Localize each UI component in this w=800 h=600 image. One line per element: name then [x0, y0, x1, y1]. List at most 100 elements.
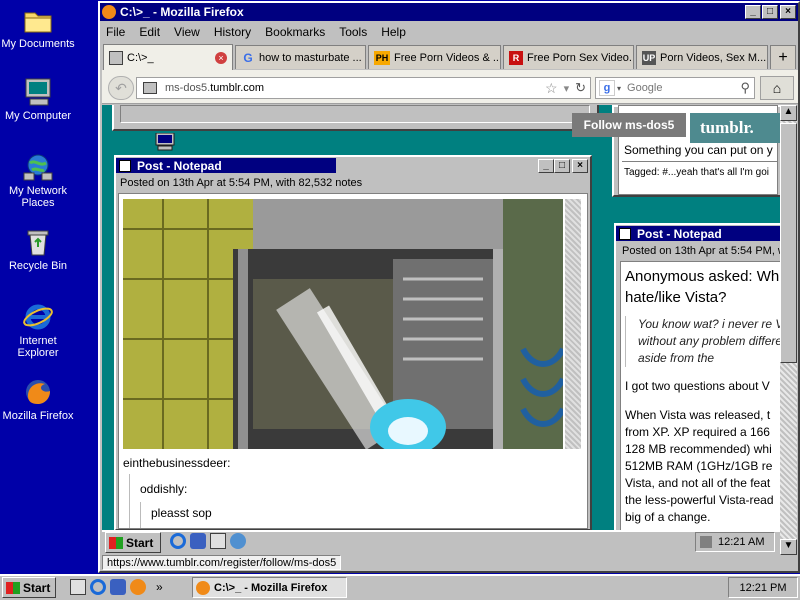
plus-icon: +	[778, 48, 788, 66]
firefox-icon	[196, 580, 210, 595]
url-bar[interactable]: ms-dos5. tumblr.com ☆ ▾ ↻	[136, 77, 591, 99]
tab-ph[interactable]: PH Free Porn Videos & ...	[368, 45, 501, 69]
new-tab-button[interactable]: +	[770, 45, 796, 69]
inner-system-tray: 12:21 AM	[695, 532, 775, 552]
tray-icon[interactable]	[700, 536, 712, 548]
start-label: Start	[23, 580, 51, 595]
post-body: einthebusinessdeer: oddishly: pleasst so…	[118, 193, 588, 529]
desktop-icon-internet-explorer[interactable]: Internet Explorer	[0, 301, 76, 359]
quick-launch: »	[64, 579, 163, 595]
maximize-button[interactable]: □	[554, 158, 570, 173]
inner-clock: 12:21 AM	[718, 536, 765, 548]
minimize-button[interactable]: _	[745, 5, 761, 19]
post-notepad-left: Post - Notepad _ □ × Posted on 13th Apr …	[114, 155, 592, 531]
menu-bar: File Edit View History Bookmarks Tools H…	[100, 21, 798, 43]
system-tray: 12:21 PM	[728, 577, 798, 598]
post-meta: Posted on 13th Apr at 5:54 PM, with 82,5…	[120, 177, 363, 189]
tab-google[interactable]: G how to masturbate ...	[235, 45, 366, 69]
tab-label: Free Porn Videos & ...	[394, 51, 501, 64]
reblog-author: oddishly:	[140, 482, 188, 496]
back-button[interactable]: ↶	[108, 76, 134, 100]
search-engine-dropdown-icon[interactable]: ▾	[617, 84, 621, 93]
desktop-icon-my-computer[interactable]: My Computer	[0, 76, 76, 122]
desktop-icon-label: Internet Explorer	[17, 335, 59, 359]
image-scrollbar[interactable]	[565, 199, 581, 449]
internet-explorer-icon[interactable]	[90, 579, 106, 595]
computer-icon	[109, 50, 123, 65]
menu-view[interactable]: View	[174, 25, 200, 39]
status-bar: https://www.tumblr.com/register/follow/m…	[100, 555, 798, 571]
show-desktop-icon[interactable]	[230, 533, 246, 549]
tab-label: Free Porn Sex Video...	[527, 51, 634, 64]
search-input[interactable]: Google	[627, 82, 662, 94]
menu-bookmarks[interactable]: Bookmarks	[265, 25, 325, 39]
notepad-titlebar: Post - Notepad	[616, 225, 780, 242]
minimize-button[interactable]: _	[538, 158, 554, 173]
folder-icon	[22, 4, 54, 36]
desktop-icon-mozilla-firefox[interactable]: Mozilla Firefox	[0, 376, 76, 422]
quicklaunch-chevron[interactable]: »	[156, 580, 163, 594]
close-button[interactable]: ×	[780, 5, 796, 19]
clock: 12:21 PM	[739, 581, 787, 594]
home-icon: ⌂	[772, 80, 782, 96]
follow-button[interactable]: Follow ms-dos5	[572, 113, 686, 137]
outlook-icon[interactable]	[190, 533, 206, 549]
firefox-icon	[102, 5, 116, 19]
tab-label: Porn Videos, Sex M...	[660, 51, 767, 64]
page-content: Something you can put on y Tagged: #...y…	[102, 105, 780, 531]
inner-start-button[interactable]: Start	[105, 532, 161, 553]
tab-r[interactable]: R Free Porn Sex Video...	[503, 45, 634, 69]
tumblr-logo[interactable]: tumblr.	[690, 113, 780, 143]
menu-tools[interactable]: Tools	[339, 25, 367, 39]
reload-icon[interactable]: ↻	[575, 80, 586, 96]
inner-quicklaunch	[170, 533, 250, 549]
post-paragraph: When Vista was released, t from XP. XP r…	[625, 408, 774, 524]
desktop-icon-label: My Documents	[1, 38, 75, 50]
start-button[interactable]: Start	[2, 577, 56, 598]
firefox-icon	[22, 376, 54, 408]
menu-edit[interactable]: Edit	[139, 25, 160, 39]
page-scrollbar[interactable]: ▲ ▼	[780, 105, 797, 555]
tab-active[interactable]: C:\>_ ×	[103, 44, 233, 70]
menu-file[interactable]: File	[106, 25, 125, 39]
dropdown-arrow-icon[interactable]: ▾	[564, 82, 570, 95]
window-titlebar: C:\>_ - Mozilla Firefox _ □ ×	[100, 3, 798, 21]
search-bar[interactable]: g ▾ Google ⚲	[595, 77, 755, 99]
desktop-icon-label: Recycle Bin	[8, 260, 68, 272]
desktop-icon-label: My Computer	[4, 110, 72, 122]
partial-window-top	[112, 105, 599, 131]
maximize-button[interactable]: □	[762, 5, 778, 19]
menu-history[interactable]: History	[214, 25, 251, 39]
menu-help[interactable]: Help	[381, 25, 406, 39]
up-icon: UP	[642, 50, 656, 65]
follow-label: Follow ms-dos5	[583, 118, 675, 132]
show-desktop-icon[interactable]	[70, 579, 86, 595]
channels-icon[interactable]	[210, 533, 226, 549]
computer-icon	[22, 76, 54, 108]
close-button[interactable]: ×	[572, 158, 588, 173]
internet-explorer-icon[interactable]	[170, 533, 186, 549]
computer-icon	[154, 132, 176, 151]
taskbar-task-firefox[interactable]: C:\>_ - Mozilla Firefox	[192, 577, 347, 598]
notepad-icon	[619, 227, 631, 240]
desktop-icon-my-documents[interactable]: My Documents	[0, 4, 76, 50]
notepad-title: Post - Notepad	[137, 158, 222, 173]
scroll-down-button[interactable]: ▼	[780, 539, 797, 555]
scroll-up-button[interactable]: ▲	[780, 105, 797, 121]
search-icon[interactable]: ⚲	[740, 80, 750, 96]
home-button[interactable]: ⌂	[760, 76, 794, 100]
desktop-icon-my-network-places[interactable]: My Network Places	[0, 151, 76, 209]
bookmark-star-icon[interactable]: ☆	[545, 80, 558, 97]
desktop-icon-label: Mozilla Firefox	[2, 410, 74, 422]
outlook-icon[interactable]	[110, 579, 126, 595]
start-label: Start	[126, 535, 154, 550]
scroll-thumb[interactable]	[780, 123, 797, 363]
desktop-icon-recycle-bin[interactable]: Recycle Bin	[0, 226, 76, 272]
tab-up[interactable]: UP Porn Videos, Sex M...	[636, 45, 768, 69]
tab-close-icon[interactable]: ×	[215, 51, 227, 64]
notepad-title: Post - Notepad	[637, 226, 722, 241]
post-tags: Tagged: #...yeah that's all I'm goi	[624, 167, 770, 178]
notepad-titlebar: Post - Notepad _ □ ×	[116, 157, 590, 174]
firefox-icon[interactable]	[130, 579, 146, 595]
url-domain: tumblr.com	[210, 82, 265, 94]
